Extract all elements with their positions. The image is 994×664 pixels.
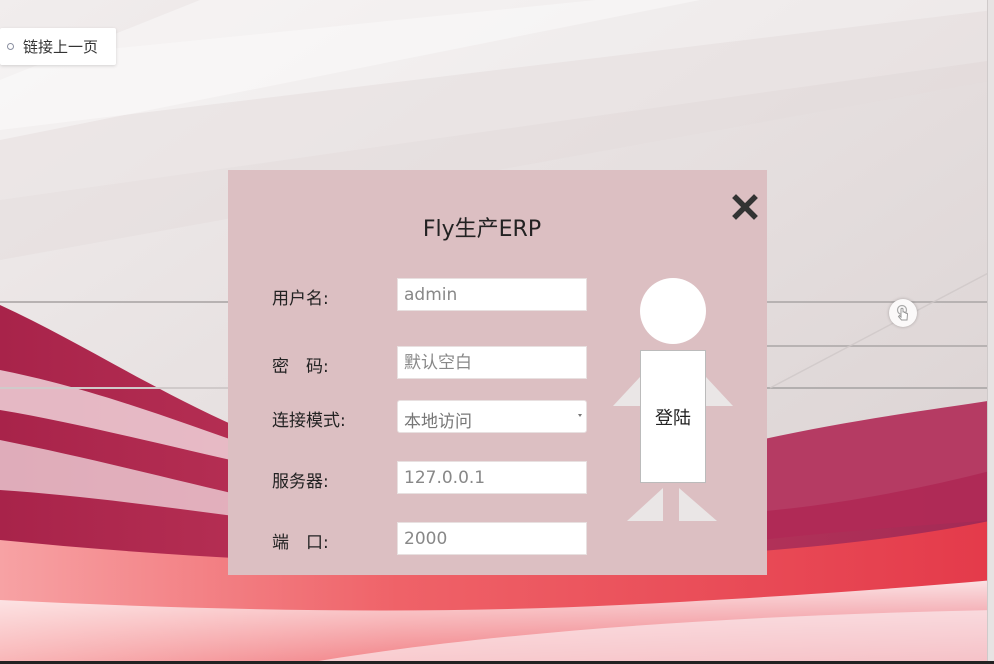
dialog-title: Fly生产ERP: [422, 217, 542, 242]
mode-select[interactable]: 本地访问: [397, 400, 587, 433]
window-edge: [987, 0, 994, 664]
login-button[interactable]: 登陆: [640, 350, 706, 483]
link-dot-icon: [7, 43, 14, 50]
mode-selected-value: 本地访问: [404, 412, 472, 432]
mode-label: 连接模式:: [272, 411, 346, 431]
port-label: 端 口:: [272, 533, 329, 553]
login-figure: 登陆: [613, 278, 733, 523]
server-label: 服务器:: [272, 472, 329, 492]
touch-hand-icon[interactable]: [889, 299, 917, 327]
password-label: 密 码:: [272, 357, 329, 377]
back-link-button[interactable]: 链接上一页: [0, 28, 116, 65]
figure-left-leg: [627, 488, 663, 521]
figure-right-leg: [679, 488, 717, 521]
figure-right-arm: [706, 377, 733, 406]
figure-left-arm: [613, 377, 640, 406]
port-input[interactable]: [397, 522, 587, 555]
username-label: 用户名:: [272, 289, 329, 309]
chevron-down-icon: [578, 414, 582, 417]
username-input[interactable]: [397, 278, 587, 311]
figure-head: [640, 278, 706, 344]
login-dialog: Fly生产ERP 用户名: 密 码: 连接模式: 本地访问 服务器: 端 口:: [228, 170, 767, 575]
password-input[interactable]: [397, 346, 587, 379]
server-input[interactable]: [397, 461, 587, 494]
back-link-label: 链接上一页: [23, 38, 99, 56]
